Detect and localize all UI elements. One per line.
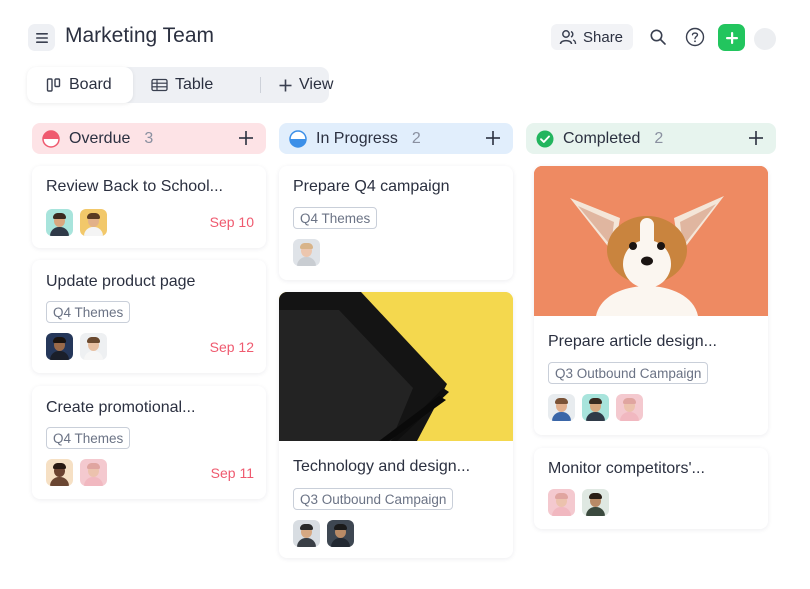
avatar [46,333,73,360]
in-progress-status-icon [289,129,307,148]
add-card-icon[interactable] [483,128,503,148]
task-card[interactable]: Update product page Q4 Themes Sep 12 [32,260,266,373]
add-view-button[interactable]: View [279,67,333,103]
task-card[interactable]: Create promotional... Q4 Themes Sep 11 [32,386,266,499]
hamburger-icon [35,32,48,43]
column-header-completed: Completed 2 [526,123,776,154]
column-count: 3 [144,129,154,147]
user-avatar[interactable] [754,28,776,50]
avatar [616,394,643,421]
card-title: Prepare Q4 campaign [293,178,450,195]
tab-divider [260,77,261,93]
task-card[interactable]: Review Back to School... Sep 10 [32,166,266,248]
assignees [548,394,643,421]
avatar [80,459,107,486]
assignees [46,333,107,360]
avatar [293,239,320,266]
due-date: Sep 12 [209,339,254,355]
corgi-image [534,166,768,316]
card-title: Prepare article design... [548,333,717,350]
task-card[interactable]: Technology and design... Q3 Outbound Cam… [279,292,513,558]
avatar [80,333,107,360]
task-card[interactable]: Prepare article design... Q3 Outbound Ca… [534,166,768,435]
card-title: Technology and design... [293,458,471,475]
column-name: In Progress [316,129,398,147]
column-count: 2 [411,129,421,147]
share-label: Share [583,28,624,46]
column-header-in-progress: In Progress 2 [279,123,513,154]
assignees [46,209,107,236]
column-name: Overdue [69,129,131,147]
tab-board[interactable]: Board [27,67,133,103]
menu-button[interactable] [28,24,55,51]
card-title: Review Back to School... [46,178,223,195]
card-title: Create promotional... [46,399,196,416]
avatar [582,394,609,421]
avatar [327,520,354,547]
page-title: Marketing Team [65,24,215,47]
task-card[interactable]: Monitor competitors'... [534,448,768,529]
avatar [582,489,609,516]
column-count: 2 [654,129,664,147]
check-circle-icon [536,130,554,147]
avatar [80,209,107,236]
tab-board-label: Board [69,76,112,93]
add-card-icon[interactable] [236,128,256,148]
tag: Q4 Themes [293,207,378,229]
help-icon [685,27,705,47]
assignees [46,459,107,486]
plus-icon [279,79,292,91]
view-tabs: Board Table View [27,67,333,103]
column-name: Completed [563,129,641,147]
avatar [46,459,73,486]
share-button[interactable]: Share [551,24,633,50]
add-card-icon[interactable] [746,128,766,148]
avatar [293,520,320,547]
tablet-image [279,292,513,441]
assignees [548,489,609,516]
tag: Q3 Outbound Campaign [293,488,454,510]
tag: Q4 Themes [46,427,131,449]
user-icon [559,30,577,45]
plus-icon [725,31,738,44]
avatar [548,394,575,421]
due-date: Sep 11 [210,465,254,481]
card-title: Monitor competitors'... [548,460,705,477]
overdue-status-icon [42,129,60,148]
board-icon [46,78,61,92]
search-icon [650,29,666,45]
card-title: Update product page [46,273,196,290]
tag: Q3 Outbound Campaign [548,362,709,384]
assignees [293,239,320,266]
due-date: Sep 10 [209,214,254,230]
add-button[interactable] [718,24,745,51]
help-button[interactable] [683,25,707,49]
column-header-overdue: Overdue 3 [32,123,266,154]
card-cover-image [534,166,768,316]
table-icon [151,78,168,92]
avatar [46,209,73,236]
avatar [548,489,575,516]
add-view-label: View [299,76,334,93]
assignees [293,520,354,547]
card-cover-image [279,292,513,441]
task-card[interactable]: Prepare Q4 campaign Q4 Themes [279,166,513,280]
search-button[interactable] [646,25,670,49]
top-bar: Marketing Team Share [0,0,810,70]
tab-table-label: Table [175,76,214,93]
tab-table[interactable]: Table [151,67,213,103]
tag: Q4 Themes [46,301,131,323]
